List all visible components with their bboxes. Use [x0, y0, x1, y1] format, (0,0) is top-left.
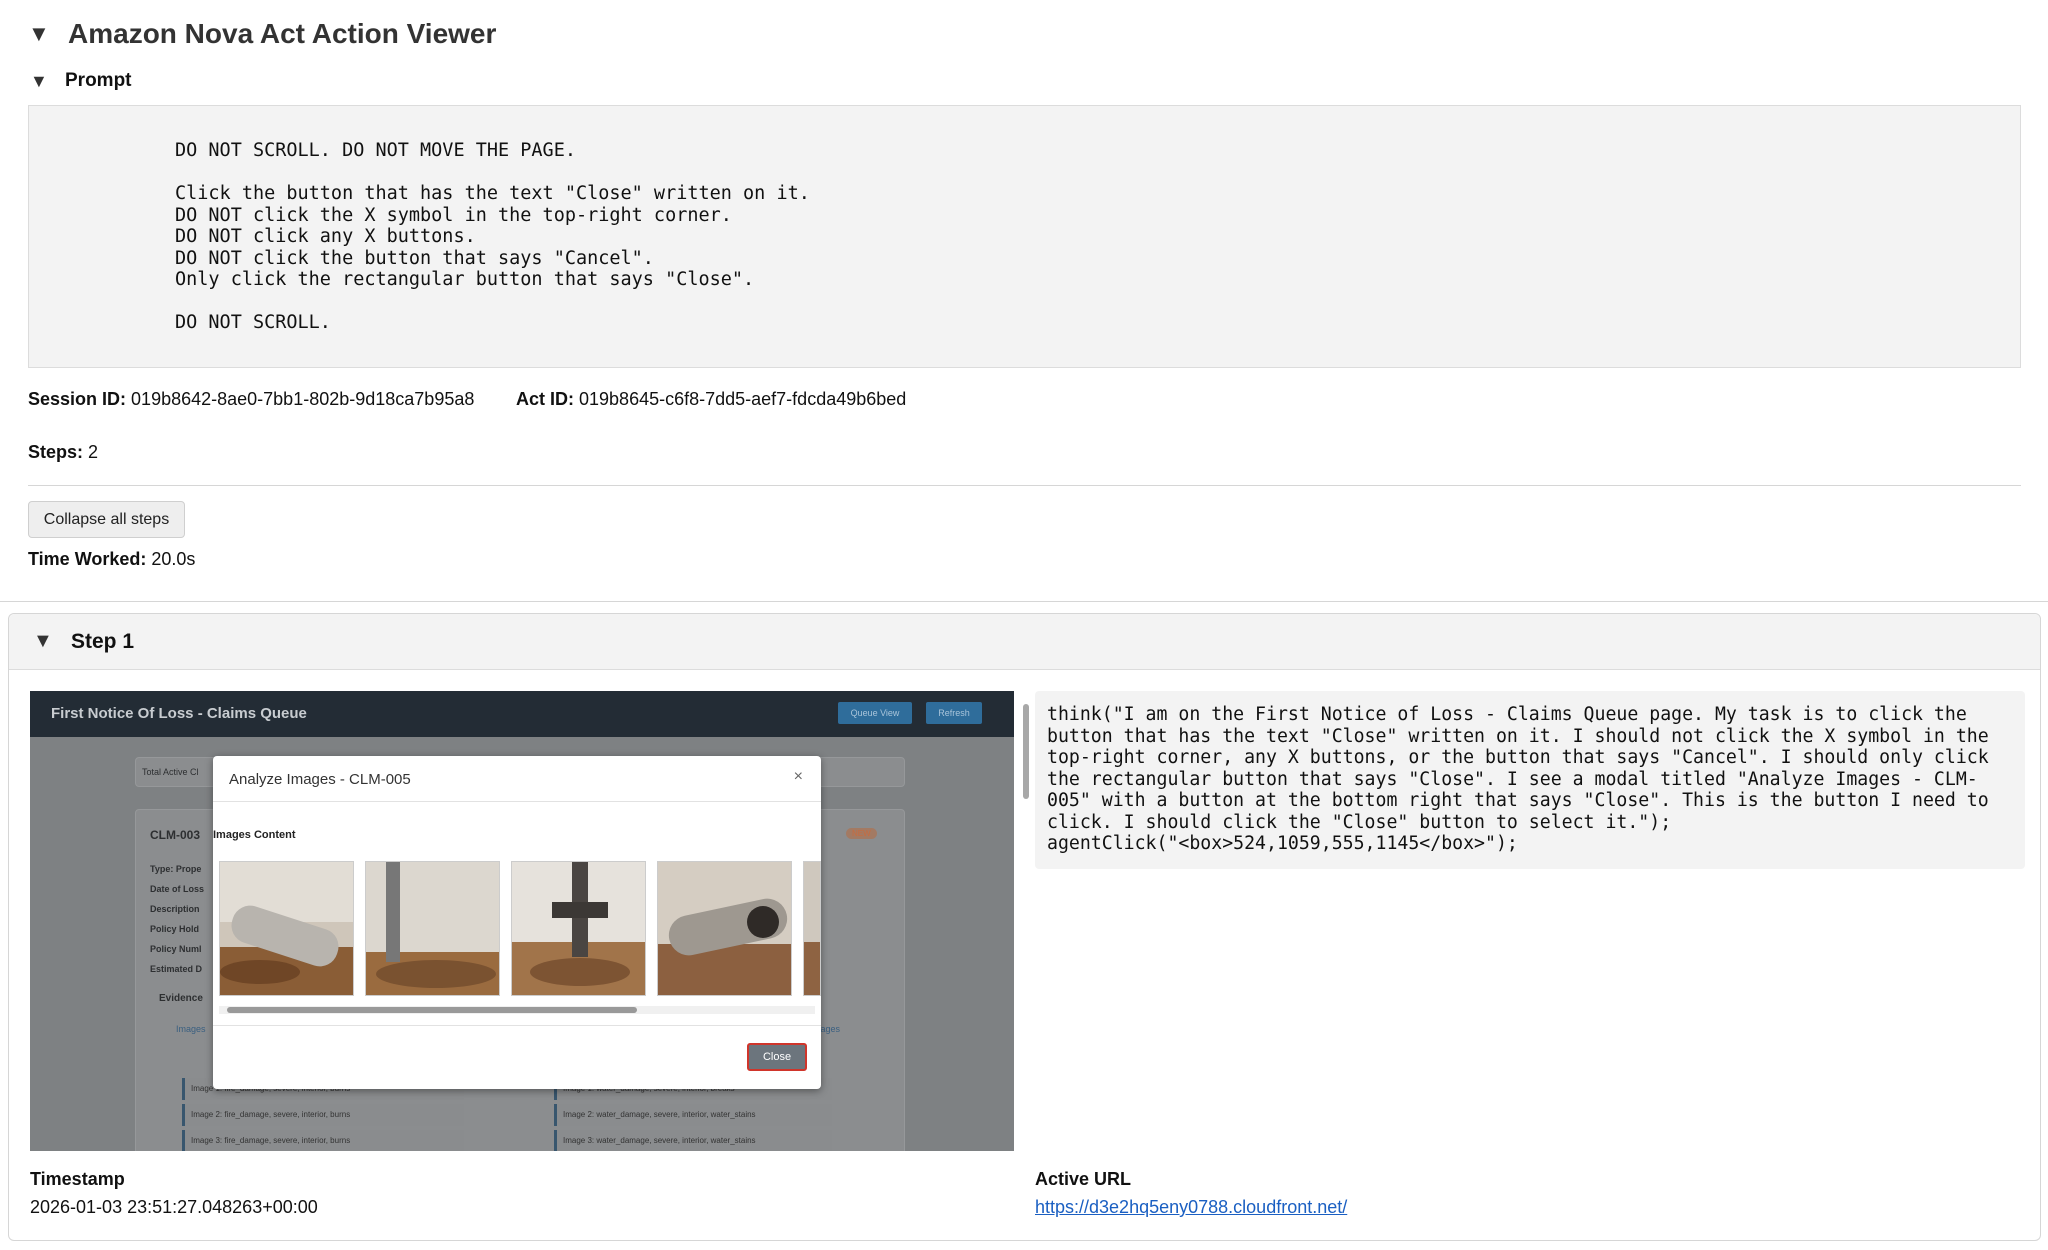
analyze-images-modal: Analyze Images - CLM-005 × Images Conten…: [213, 756, 821, 1089]
modal-title: Analyze Images - CLM-005: [229, 771, 411, 788]
section-divider: [0, 601, 2048, 602]
steps-count: Steps: 2: [28, 442, 98, 463]
active-url-label: Active URL: [1035, 1169, 1132, 1189]
steps-label: Steps:: [28, 442, 84, 462]
field-type: Type: Prope: [150, 864, 202, 874]
horizontal-scrollbar[interactable]: [219, 1006, 815, 1014]
damage-photo: [511, 861, 646, 996]
divider: [28, 485, 2021, 486]
screenshot-scrollbar[interactable]: [1023, 694, 1029, 1149]
total-active-text: Total Active Cl: [142, 767, 199, 777]
field-policy-number: Policy Numl: [150, 944, 202, 954]
steps-value: 2: [88, 442, 99, 462]
new-badge: NEW: [846, 828, 877, 839]
collapse-triangle-icon[interactable]: ▼: [33, 630, 71, 653]
prompt-label: Prompt: [65, 70, 132, 91]
prompt-header[interactable]: ▼ Prompt: [30, 70, 132, 92]
scrollbar-thumb[interactable]: [1023, 704, 1029, 799]
prompt-text: DO NOT SCROLL. DO NOT MOVE THE PAGE. Cli…: [175, 140, 810, 333]
think-box: think("I am on the First Notice of Loss …: [1035, 691, 2025, 869]
session-id-value: 019b8642-8ae0-7bb1-802b-9d18ca7b95a8: [131, 389, 475, 409]
timestamp-label: Timestamp: [30, 1169, 125, 1189]
damage-photo: [219, 861, 354, 996]
collapse-triangle-icon[interactable]: ▼: [30, 71, 65, 92]
active-url-link[interactable]: https://d3e2hq5eny0788.cloudfront.net/: [1035, 1197, 1347, 1218]
collapse-all-steps-button[interactable]: Collapse all steps: [28, 501, 185, 538]
close-button: Close: [747, 1043, 807, 1071]
app-topbar: First Notice Of Loss - Claims Queue Queu…: [30, 691, 1014, 737]
field-description: Description: [150, 904, 200, 914]
step-header[interactable]: ▼ Step 1: [9, 614, 2040, 670]
time-worked: Time Worked: 20.0s: [28, 549, 195, 570]
step-card: ▼ Step 1 First Notice Of Loss - Claims Q…: [8, 613, 2041, 1241]
time-worked-value: 20.0s: [151, 549, 196, 569]
session-id-label: Session ID:: [28, 389, 127, 409]
step-screenshot: First Notice Of Loss - Claims Queue Queu…: [30, 691, 1014, 1151]
timestamp-value: 2026-01-03 23:51:27.048263+00:00: [30, 1197, 318, 1217]
prompt-box: DO NOT SCROLL. DO NOT MOVE THE PAGE. Cli…: [28, 105, 2021, 368]
step-label: Step 1: [71, 629, 135, 653]
image-row: Image 2: fire_damage, severe, interior, …: [182, 1104, 464, 1126]
session-id: Session ID: 019b8642-8ae0-7bb1-802b-9d18…: [28, 389, 474, 410]
evidence-label: Evidence: [159, 993, 203, 1004]
queue-view-button: Queue View: [838, 702, 912, 724]
app-title: First Notice Of Loss - Claims Queue: [51, 705, 307, 722]
collapse-triangle-icon[interactable]: ▼: [28, 21, 68, 47]
field-date: Date of Loss: [150, 884, 205, 894]
page-title: Amazon Nova Act Action Viewer: [68, 18, 497, 49]
viewer-header[interactable]: ▼ Amazon Nova Act Action Viewer: [28, 18, 496, 50]
modal-header: Analyze Images - CLM-005 ×: [213, 756, 821, 802]
modal-footer-divider: [213, 1025, 821, 1026]
field-policy-holder: Policy Hold: [150, 924, 200, 934]
scrollbar-thumb[interactable]: [227, 1007, 637, 1013]
damage-photo: [803, 861, 821, 996]
act-id-value: 019b8645-c6f8-7dd5-aef7-fdcda49b6bed: [579, 389, 907, 409]
close-x-icon: ×: [793, 768, 803, 785]
refresh-button: Refresh: [926, 702, 982, 724]
damage-photo: [365, 861, 500, 996]
image-row: Image 3: fire_damage, severe, interior, …: [182, 1130, 464, 1151]
field-estimated: Estimated D: [150, 964, 203, 974]
time-worked-label: Time Worked:: [28, 549, 147, 569]
act-id: Act ID: 019b8645-c6f8-7dd5-aef7-fdcda49b…: [516, 389, 906, 410]
image-row: Image 2: water_damage, severe, interior,…: [554, 1104, 832, 1126]
images-content-label: Images Content: [213, 829, 296, 841]
images-tab-left: Images: [176, 1024, 206, 1034]
think-text: think("I am on the First Notice of Loss …: [1047, 704, 1989, 854]
damage-photo: [657, 861, 792, 996]
act-id-label: Act ID:: [516, 389, 574, 409]
claim-id: CLM-003: [150, 828, 201, 842]
image-row: Image 3: water_damage, severe, interior,…: [554, 1130, 832, 1151]
